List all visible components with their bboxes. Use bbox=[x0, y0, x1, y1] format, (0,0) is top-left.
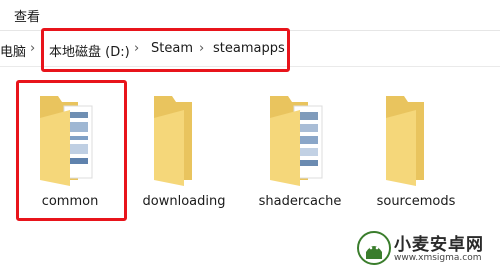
folder-item-shadercache[interactable]: shadercache bbox=[252, 88, 348, 218]
folder-label: sourcemods bbox=[376, 194, 456, 209]
ribbon: 查看 bbox=[0, 0, 500, 31]
address-highlight-box bbox=[41, 28, 290, 72]
folder-with-files-icon bbox=[270, 96, 323, 186]
watermark-brand: 小麦安卓网 bbox=[394, 235, 484, 255]
folder-item-downloading[interactable]: downloading bbox=[136, 88, 232, 218]
android-logo-icon bbox=[357, 231, 391, 265]
common-highlight-box bbox=[16, 80, 127, 221]
tab-view[interactable]: 查看 bbox=[14, 6, 40, 25]
folder-label: shadercache bbox=[258, 194, 342, 209]
watermark-url: www.xmsigma.com bbox=[394, 253, 482, 263]
chevron-right-icon: › bbox=[30, 41, 36, 56]
folder-label: downloading bbox=[142, 194, 226, 209]
breadcrumb-computer[interactable]: 电脑 bbox=[0, 41, 26, 60]
folder-item-sourcemods[interactable]: sourcemods bbox=[368, 88, 464, 218]
folder-icon bbox=[386, 96, 424, 186]
folder-icon bbox=[154, 96, 192, 186]
watermark: 小麦安卓网 www.xmsigma.com bbox=[354, 226, 494, 270]
